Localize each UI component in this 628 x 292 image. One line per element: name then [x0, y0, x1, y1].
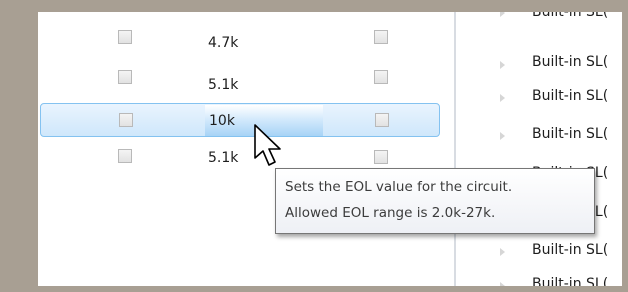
table-row-selected[interactable]: 10k [40, 103, 440, 137]
device-tree: Built-in SL( Built-in SL( Built-in SL( B… [456, 12, 622, 286]
row-checkbox-left[interactable] [118, 149, 132, 163]
row-checkbox-right[interactable] [374, 150, 388, 164]
row-checkbox-right[interactable] [374, 30, 388, 44]
eol-value-cell[interactable]: 5.1k [208, 77, 238, 93]
row-checkbox-left[interactable] [118, 70, 132, 84]
tree-expander-arrow-icon[interactable] [500, 12, 505, 17]
tree-expander-arrow-icon[interactable] [500, 132, 505, 140]
tooltip-line-2: Allowed EOL range is 2.0k-27k. [285, 205, 496, 221]
row-checkbox-left[interactable] [119, 113, 133, 127]
table-row[interactable]: 4.7k [38, 20, 454, 52]
tree-expander-arrow-icon[interactable] [500, 94, 505, 102]
row-checkbox-left[interactable] [118, 30, 132, 44]
tree-item-label: Built-in SL( [532, 276, 609, 286]
eol-table: 4.7k 5.1k 10k 5.1k [38, 12, 454, 286]
table-row[interactable]: 5.1k [38, 62, 454, 94]
eol-tooltip: Sets the EOL value for the circuit. Allo… [275, 168, 595, 234]
eol-value-cell[interactable]: 10k [209, 113, 235, 129]
row-checkbox-right[interactable] [374, 70, 388, 84]
tree-item[interactable]: Built-in SL( [456, 141, 622, 181]
tree-item[interactable]: Built-in SL( [456, 64, 622, 104]
tree-item-label: Built-in SL( [532, 126, 609, 142]
eol-value-cell[interactable]: 4.7k [208, 35, 238, 51]
tree-item[interactable]: Built-in SL( [456, 28, 622, 70]
tree-item[interactable]: Built-in SL( [456, 102, 622, 142]
tree-item[interactable]: Built-in SL( [456, 252, 622, 286]
tooltip-line-1: Sets the EOL value for the circuit. [285, 179, 513, 195]
tree-item[interactable]: Built-in SL( [456, 12, 622, 28]
mouse-pointer-icon [254, 124, 281, 166]
row-checkbox-right[interactable] [375, 113, 389, 127]
eol-value-cell[interactable]: 5.1k [208, 150, 238, 166]
tree-expander-arrow-icon[interactable] [500, 282, 505, 286]
tree-item-label: Built-in SL( [532, 12, 609, 20]
